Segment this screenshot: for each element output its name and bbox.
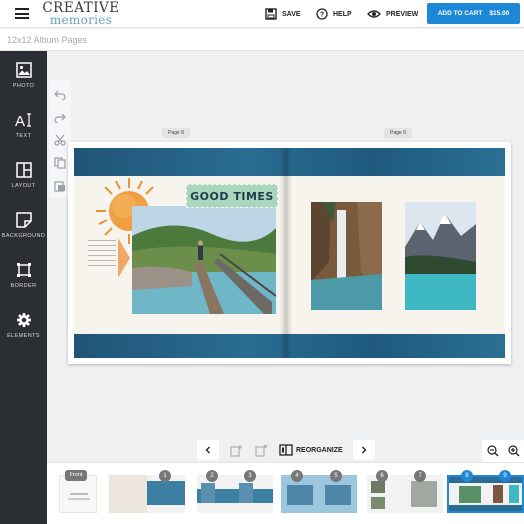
tool-background-label: BACKGROUND <box>1 233 46 239</box>
page-number-badge: 6 <box>376 470 388 482</box>
tool-elements-label: ELEMENTS <box>7 333 40 339</box>
tool-text-label: TEXT <box>15 133 32 139</box>
add-page-icon <box>229 444 242 457</box>
page-label-right[interactable]: Page 9 <box>384 128 412 138</box>
zoom-out-icon[interactable] <box>487 445 499 457</box>
left-toolbar: PHOTO A TEXT LAYOUT BACKGROUND BORDER EL… <box>0 51 47 524</box>
delete-page-button[interactable] <box>252 440 270 460</box>
copy-icon[interactable] <box>54 157 66 169</box>
page-number-badge: 4 <box>291 470 303 482</box>
zoom-controls <box>482 440 524 462</box>
save-label: SAVE <box>282 10 301 18</box>
svg-text:?: ? <box>320 12 324 19</box>
next-page-button[interactable] <box>353 440 375 460</box>
paste-icon[interactable] <box>54 180 66 192</box>
photo-bridge[interactable] <box>132 206 276 314</box>
album-spread: GOOD TIMES <box>68 142 511 364</box>
tool-background[interactable]: BACKGROUND <box>0 212 47 256</box>
background-icon <box>15 212 32 228</box>
page-number-badge-selected: 8 <box>461 470 473 482</box>
good-times-sticker[interactable]: GOOD TIMES <box>186 184 278 208</box>
image-icon <box>15 62 32 78</box>
help-label: HELP <box>333 10 352 18</box>
prev-page-button[interactable] <box>197 440 219 460</box>
tool-text[interactable]: A TEXT <box>0 112 47 156</box>
layout-icon <box>15 162 32 178</box>
reorganize-label: REORGANIZE <box>296 446 343 454</box>
page-number-badge: 2 <box>206 470 218 482</box>
page-number-badge: 3 <box>244 470 256 482</box>
page-number-badge-selected: 9 <box>499 470 511 482</box>
front-badge: Front <box>65 470 87 481</box>
add-page-button[interactable] <box>227 440 245 460</box>
cart-price: $15.00 <box>489 10 510 17</box>
redo-icon[interactable] <box>54 111 66 123</box>
tool-border-label: BORDER <box>10 283 37 289</box>
page-label-left[interactable]: Page 8 <box>162 128 190 138</box>
photo-mountain-lake[interactable] <box>405 202 476 310</box>
top-bar: CREATIVE memories SAVE ? HELP PREVIEW AD… <box>0 0 524 28</box>
menu-icon[interactable] <box>15 8 29 19</box>
reorganize-button[interactable]: REORGANIZE <box>279 440 347 460</box>
gear-icon <box>16 313 31 327</box>
help-icon: ? <box>316 8 328 20</box>
delete-page-icon <box>254 444 267 457</box>
border-icon <box>16 263 31 277</box>
thumb-pages-0-1[interactable] <box>109 475 185 513</box>
page-controls: REORGANIZE <box>197 440 377 460</box>
tool-border[interactable]: BORDER <box>0 262 47 306</box>
preview-label: PREVIEW <box>386 10 419 18</box>
project-bar: 12x12 Album Pages <box>0 29 524 51</box>
arrow-sticker[interactable] <box>118 238 130 278</box>
preview-button[interactable]: PREVIEW <box>367 6 418 22</box>
page-number-badge: 5 <box>330 470 342 482</box>
logo-line2: memories <box>49 13 113 27</box>
svg-text:A: A <box>15 113 25 128</box>
thumb-pages-8-9-selected[interactable] <box>447 475 524 513</box>
logo[interactable]: CREATIVE memories <box>42 1 120 27</box>
undo-icon[interactable] <box>54 88 66 100</box>
spread-canvas[interactable]: GOOD TIMES <box>74 148 505 358</box>
add-to-cart-button[interactable]: ADD TO CART $15.00 <box>427 3 520 24</box>
tool-elements[interactable]: ELEMENTS <box>0 312 47 356</box>
spread-gutter <box>280 148 292 358</box>
chevron-right-icon <box>362 446 367 454</box>
eye-icon <box>367 10 381 18</box>
cut-icon[interactable] <box>54 134 66 146</box>
zoom-in-icon[interactable] <box>508 445 520 457</box>
photo-waterfall[interactable] <box>311 202 382 310</box>
notes-sticker[interactable] <box>88 240 116 276</box>
project-title[interactable]: 12x12 Album Pages <box>7 35 87 45</box>
page-number-badge: 7 <box>414 470 426 482</box>
cart-label: ADD TO CART <box>437 10 483 17</box>
tool-photo[interactable]: PHOTO <box>0 62 47 106</box>
reorganize-icon <box>279 444 293 456</box>
page-number-badge: 1 <box>159 470 171 482</box>
help-button[interactable]: ? HELP <box>316 6 352 22</box>
page-filmstrip: Front 1 2 3 4 5 6 7 8 9 <box>47 462 524 524</box>
tool-layout[interactable]: LAYOUT <box>0 162 47 206</box>
text-icon: A <box>15 113 31 128</box>
tool-layout-label: LAYOUT <box>11 183 36 189</box>
tool-photo-label: PHOTO <box>12 83 35 89</box>
save-button[interactable]: SAVE <box>265 6 301 22</box>
chevron-left-icon <box>205 446 210 454</box>
save-icon <box>265 8 277 20</box>
